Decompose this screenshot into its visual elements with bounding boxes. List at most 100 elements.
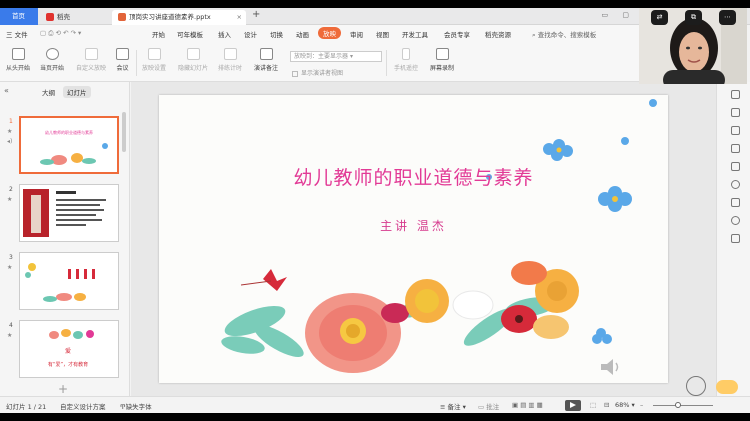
menu-developer[interactable]: 开发工具 <box>402 29 428 39</box>
tab-home[interactable]: 首页 <box>0 8 38 25</box>
panel-scrollbar[interactable] <box>122 112 126 152</box>
quick-access-toolbar[interactable]: ▢ ⎙ ⟲ ↶ ↷ ▾ <box>40 29 81 38</box>
screen-record-button[interactable]: 屏幕录制 <box>430 48 454 72</box>
new-tab-plus-icon[interactable]: + <box>252 9 260 20</box>
meeting-button[interactable]: 会议 <box>116 48 129 72</box>
current-slide[interactable]: 幼儿教师的职业道德与素养 主讲 温杰 <box>159 95 668 383</box>
window-controls[interactable]: ▭ ▢ <box>602 11 635 19</box>
thumb-profile-art <box>23 189 106 237</box>
thumb-number: 1 <box>9 118 13 125</box>
play-from-start-icon <box>11 48 25 60</box>
menu-templates[interactable]: 可年模板 <box>177 29 203 39</box>
menu-docer-resources[interactable]: 稻壳资源 <box>485 29 511 39</box>
floating-record-button[interactable] <box>686 376 706 396</box>
show-to-select[interactable]: 放映到：主要显示器 ▾ <box>290 51 382 62</box>
camera-switch-icon[interactable]: ⇄ <box>651 10 668 25</box>
screen-record-icon <box>435 48 449 60</box>
hide-slide-icon <box>186 48 200 60</box>
thumb-number: 2 <box>9 186 13 193</box>
menu-insert[interactable]: 插入 <box>218 29 231 39</box>
hide-slide-button[interactable]: 隐藏幻灯片 <box>178 48 208 72</box>
phone-remote-label: 手机遥控 <box>394 65 419 72</box>
settings-icon <box>147 48 161 60</box>
rehearse-timing-button[interactable]: 排练计时 <box>218 48 242 72</box>
cube-icon[interactable] <box>731 234 740 243</box>
tab-slides[interactable]: 幻灯片 <box>63 86 91 98</box>
presenter-view-label: 显示演讲者视图 <box>301 70 344 77</box>
shape-icon[interactable] <box>731 108 740 117</box>
from-current-label: 当页开始 <box>40 65 65 72</box>
floating-assistant-badge[interactable] <box>716 380 738 394</box>
menu-design[interactable]: 设计 <box>244 29 257 39</box>
slide-thumbnail-3[interactable] <box>19 252 119 310</box>
animation-star-icon: ★ <box>7 196 13 203</box>
phone-remote-button[interactable]: 手机遥控 <box>394 48 418 72</box>
menu-animation[interactable]: 动画 <box>296 29 309 39</box>
play-slideshow-button[interactable] <box>565 400 581 411</box>
custom-show-icon <box>84 48 98 60</box>
comments-button[interactable]: ▭ 批注 <box>478 401 499 411</box>
zoom-slider[interactable] <box>653 405 713 406</box>
missing-font-button[interactable]: Ͳ缺失字体 <box>120 401 152 411</box>
transition-icon[interactable] <box>731 144 740 153</box>
speaker-icon[interactable] <box>599 357 623 377</box>
meeting-icon <box>116 48 129 60</box>
command-search[interactable]: ⌕ 查找命令、搜索模板 <box>532 29 596 40</box>
slide-thumbnail-4[interactable]: 爱 有“爱”，才有教育 <box>19 320 119 378</box>
menu-view[interactable]: 视图 <box>376 29 389 39</box>
zoom-value: 68% <box>615 401 630 409</box>
fit-window-icon[interactable]: ⬚ <box>590 401 596 409</box>
tab-document[interactable]: 顶岗实习讲座道德素养.pptx × <box>112 10 246 25</box>
slide-counter: 幻灯片 1 / 21 <box>6 403 47 411</box>
zoom-slider-thumb[interactable] <box>675 402 681 408</box>
slide-thumbnail-1[interactable]: 幼儿教师的职业道德与素养 <box>19 116 119 174</box>
select-icon[interactable] <box>731 90 740 99</box>
camera-popout-icon[interactable]: ⧉ <box>685 10 702 25</box>
wps-presentation-app: 首页 稻壳 顶岗实习讲座道德素养.pptx × + ▭ ▢ 三 文件 ▢ ⎙ ⟲… <box>0 8 750 413</box>
ribbon-divider <box>386 50 387 76</box>
notes-button[interactable]: ≡ 备注 ▾ <box>440 401 466 411</box>
tab-docer[interactable]: 稻壳 <box>40 10 110 25</box>
zoom-minus-icon[interactable]: – <box>640 401 643 409</box>
docer-logo-icon <box>46 13 54 21</box>
tab-outline[interactable]: 大纲 <box>38 86 59 98</box>
slide-thumbnail-2[interactable] <box>19 184 119 242</box>
presenter-view-checkbox[interactable]: 显示演讲者视图 <box>292 68 343 77</box>
view-mode-buttons[interactable]: ▣ ▤ ▥ ▦ <box>512 401 543 409</box>
zoom-out-icon[interactable]: ⊟ <box>604 401 609 409</box>
menu-bar: 三 文件 ▢ ⎙ ⟲ ↶ ↷ ▾ 开始 可年模板 插入 设计 切换 动画 放映 … <box>0 25 640 44</box>
hide-slide-label: 隐藏幻灯片 <box>178 65 209 72</box>
slides-panel: « 大纲 幻灯片 1 ★ ◂) 幼儿教师的职业道德与素养 2 ★ 3 ★ 4 ★… <box>0 82 130 396</box>
custom-show-label: 自定义放映 <box>76 65 107 72</box>
speaker-notes-button[interactable]: 演讲备注 <box>254 48 278 72</box>
from-current-button[interactable]: 当页开始 <box>40 48 64 72</box>
show-settings-button[interactable]: 放映设置 <box>142 48 166 72</box>
from-start-button[interactable]: 从头开始 <box>6 48 30 72</box>
menu-start[interactable]: 开始 <box>152 29 165 39</box>
design-scheme[interactable]: 自定义设计方案 <box>60 401 106 411</box>
slide-title[interactable]: 幼儿教师的职业道德与素养 <box>159 163 668 190</box>
pin-icon[interactable] <box>731 162 740 171</box>
menu-member[interactable]: 会员专享 <box>444 29 470 39</box>
close-tab-icon[interactable]: × <box>237 10 242 25</box>
menu-slideshow[interactable]: 放映 <box>318 27 341 39</box>
help-icon[interactable] <box>731 180 740 189</box>
custom-show-button[interactable]: 自定义放映 <box>76 48 106 72</box>
collapse-panel-icon[interactable]: « <box>4 86 9 95</box>
svg-text:爱: 爱 <box>65 347 71 355</box>
more-options-icon[interactable]: ⋯ <box>719 10 736 25</box>
show-settings-label: 放映设置 <box>142 65 167 72</box>
slide-subtitle[interactable]: 主讲 温杰 <box>159 217 668 234</box>
add-slide-plus-icon[interactable]: + <box>58 382 68 396</box>
slide-flower-decoration <box>221 99 657 373</box>
comments-label: 批注 <box>486 403 500 411</box>
thumb-flowers-art <box>40 143 108 165</box>
menu-review[interactable]: 审阅 <box>350 29 363 39</box>
menu-file[interactable]: 三 文件 <box>6 29 28 39</box>
animation-icon[interactable] <box>731 126 740 135</box>
zoom-level[interactable]: 68% ▾ <box>615 401 635 409</box>
animation-star-icon: ★ <box>7 128 13 135</box>
settings-icon[interactable] <box>731 216 740 225</box>
menu-transition[interactable]: 切换 <box>270 29 283 39</box>
design-icon[interactable] <box>731 198 740 207</box>
